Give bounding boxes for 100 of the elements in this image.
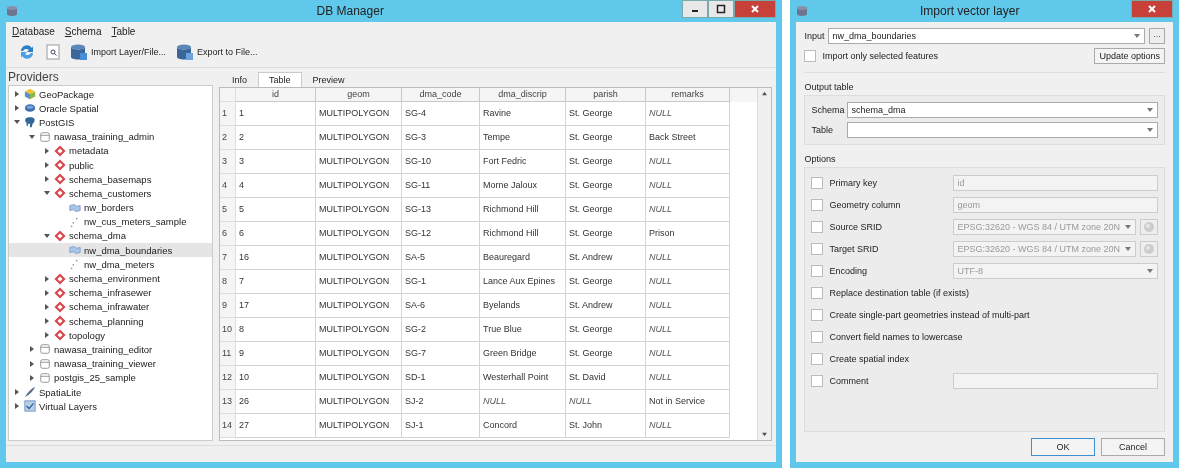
table-cell: 17 [236,294,316,318]
column-header[interactable]: dma_code [402,88,480,102]
database-icon [24,102,36,115]
checkbox-label: Geometry column [829,200,901,210]
checkbox[interactable] [811,375,824,387]
checkbox[interactable] [811,353,824,365]
column-header[interactable]: dma_discrip [480,88,566,102]
expand-arrow-icon[interactable] [28,359,36,368]
expand-arrow-icon[interactable] [43,288,51,297]
table-cell: Byelands [480,294,566,318]
tree-item[interactable]: postgis_25_sample [54,372,136,384]
dropdown-caret-icon[interactable] [1146,107,1154,113]
tree-item[interactable]: GeoPackage [39,88,94,100]
checkbox[interactable] [811,331,824,343]
schema-combo[interactable]: schema_dma [847,102,1158,118]
checkbox[interactable] [811,199,824,211]
expand-arrow-icon[interactable] [43,317,51,326]
input-combo[interactable]: nw_dma_boundaries [828,28,1145,44]
update-options-button[interactable]: Update options [1094,48,1165,64]
expand-arrow-icon[interactable] [28,373,36,382]
tree-item[interactable]: public [69,159,94,171]
expand-arrow-icon[interactable] [43,175,51,184]
expand-arrow-icon[interactable] [13,90,21,99]
import-button[interactable]: Import Layer/File... [68,41,169,63]
column-header[interactable]: parish [566,88,646,102]
tree-item[interactable]: schema_dma [69,230,127,242]
column-header[interactable]: geom [316,88,402,102]
tree-item[interactable]: nw_cus_meters_sample [84,216,187,228]
browse-button[interactable]: ... [1149,28,1165,44]
tab[interactable]: Preview [301,72,356,87]
checkbox[interactable] [811,177,824,189]
tab[interactable]: Table [258,72,302,87]
tree-item[interactable]: nawasa_training_editor [54,343,153,355]
column-header[interactable]: remarks [646,88,730,102]
tab[interactable]: Info [221,72,258,87]
expand-arrow-icon[interactable] [13,402,21,411]
tree-item[interactable]: schema_planning [69,315,144,327]
menu-item[interactable]: Schema [64,26,102,37]
expand-arrow-icon[interactable] [43,161,51,170]
tree-item[interactable]: nawasa_training_admin [54,131,155,143]
scroll-up-icon[interactable] [761,91,769,96]
cancel-button[interactable]: Cancel [1101,438,1165,456]
minimize-button[interactable] [682,0,709,18]
expand-arrow-icon[interactable] [28,345,36,354]
expand-arrow-icon[interactable] [43,302,51,311]
table-cell: St. George [566,150,646,174]
collapse-arrow-icon[interactable] [28,132,36,141]
scroll-down-icon[interactable] [761,432,769,437]
expand-arrow-icon[interactable] [13,388,21,397]
checkbox[interactable] [804,50,817,62]
checkbox[interactable] [811,221,824,233]
table-cell: 8 [236,318,316,342]
tree-item[interactable]: metadata [69,145,109,157]
schema-icon [54,329,66,342]
checkbox[interactable] [811,243,824,255]
dropdown-caret-icon[interactable] [1124,246,1132,252]
column-header[interactable]: id [236,88,316,102]
close-icon[interactable] [1147,4,1157,14]
tree-item[interactable]: schema_infrawater [69,301,150,313]
schema-icon [54,272,66,285]
tree-item[interactable]: Virtual Layers [39,400,97,412]
tree-item[interactable]: schema_basemaps [69,173,152,185]
checkbox[interactable] [811,309,824,321]
database-icon[interactable] [70,43,88,61]
tree-item[interactable]: schema_customers [69,187,152,199]
expand-arrow-icon[interactable] [43,331,51,340]
close-button[interactable] [734,0,777,18]
row-number: 12 [220,366,236,390]
menu-item[interactable]: Table [111,26,136,37]
dropdown-caret-icon[interactable] [1146,268,1154,274]
ok-button[interactable]: OK [1031,438,1095,456]
tree-item[interactable]: SpatiaLite [39,386,82,398]
maximize-button[interactable] [708,0,735,18]
scrollbar[interactable] [757,88,772,440]
export-button[interactable]: Export to File... [174,41,260,63]
checkbox[interactable] [811,287,824,299]
checkbox[interactable] [811,265,824,277]
menu-item[interactable]: Database [12,26,55,37]
expand-arrow-icon[interactable] [43,274,51,283]
dropdown-caret-icon[interactable] [1124,224,1132,230]
database-icon[interactable] [176,43,195,61]
close-button[interactable] [1131,0,1173,18]
maximize-icon[interactable] [716,4,727,14]
collapse-arrow-icon[interactable] [43,231,51,240]
close-icon[interactable] [750,4,761,14]
tree-item[interactable]: PostGIS [39,116,75,128]
table-cell: NULL [646,366,730,390]
tree-item[interactable]: nawasa_training_viewer [54,358,156,370]
expand-arrow-icon[interactable] [43,146,51,155]
tree-item[interactable]: Oracle Spatial [39,102,99,114]
expand-arrow-icon[interactable] [13,104,21,113]
tree-item[interactable]: topology [69,329,105,341]
tree-item[interactable]: schema_environment [69,273,160,285]
tree-item[interactable]: nw_dma_meters [84,258,155,270]
dropdown-caret-icon[interactable] [1133,33,1141,39]
dropdown-caret-icon[interactable] [1146,127,1154,133]
text-field[interactable] [953,373,1158,389]
tree-item[interactable]: nw_borders [84,202,134,214]
tree-item[interactable]: schema_infrasewer [69,287,152,299]
point-layer-icon [69,258,81,271]
